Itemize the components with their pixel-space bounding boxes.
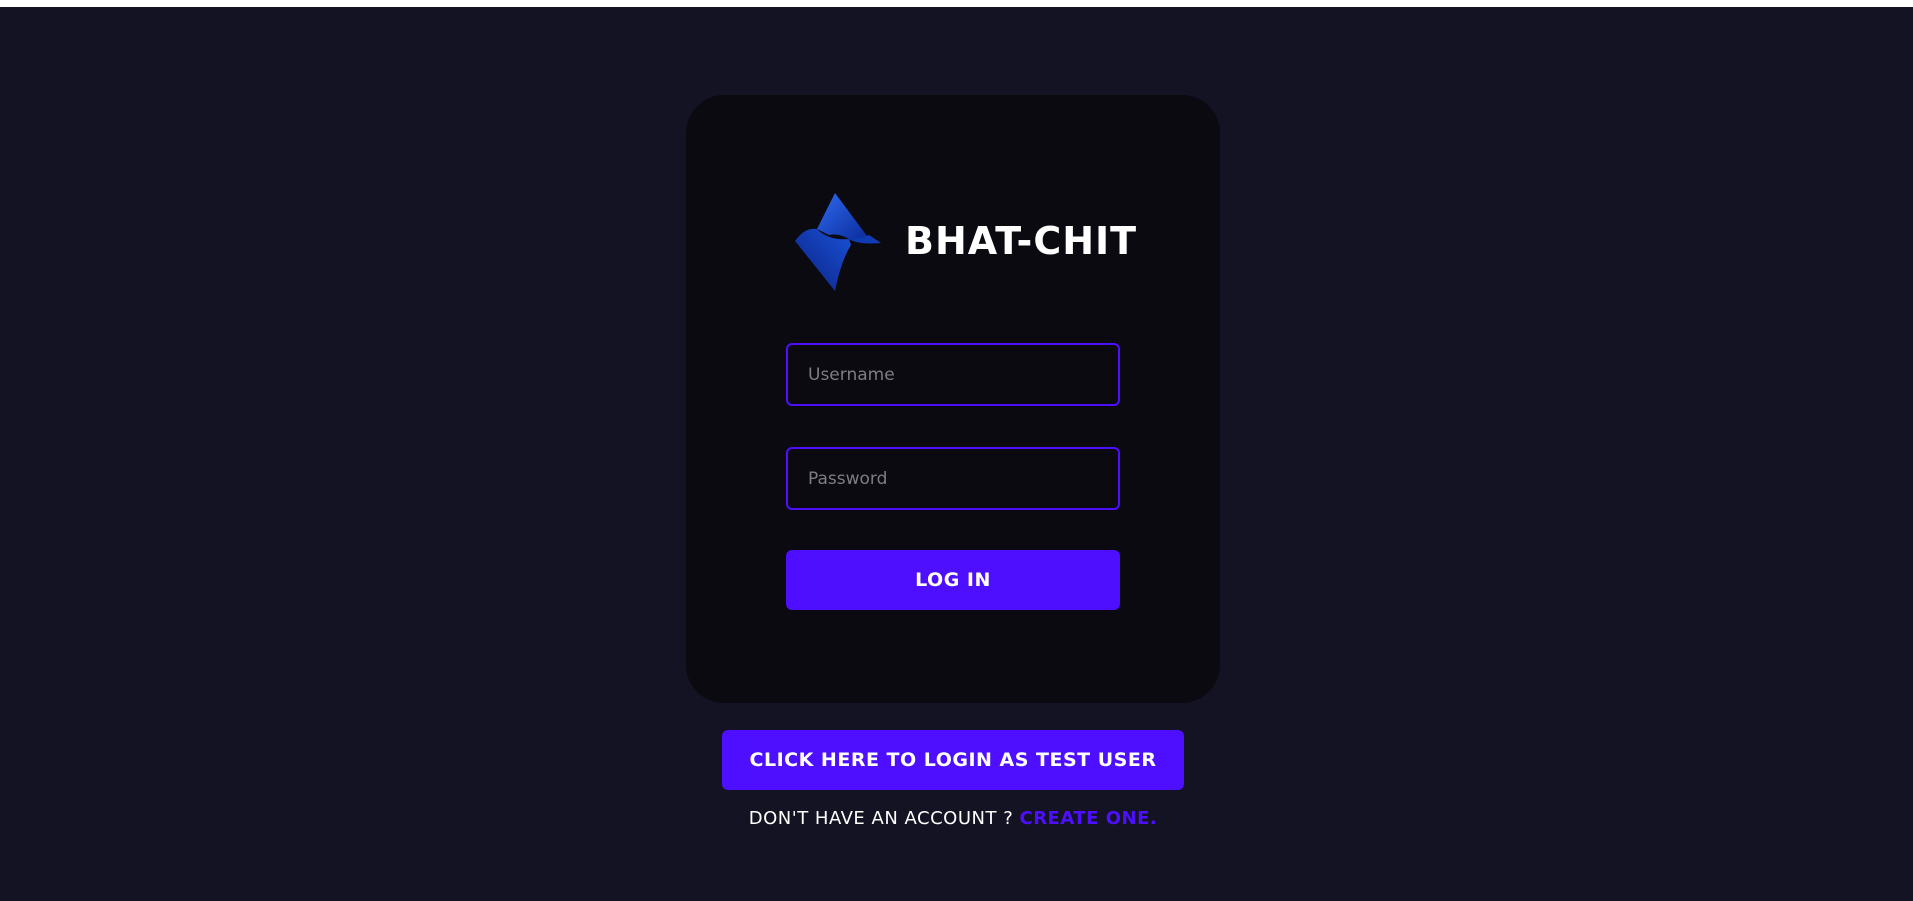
brand-logo-icon xyxy=(795,193,881,291)
login-button[interactable]: LOG IN xyxy=(786,550,1120,610)
login-page: BHAT-CHIT LOG IN CLICK HERE TO LOGIN AS … xyxy=(0,7,1913,901)
password-input[interactable] xyxy=(786,447,1120,510)
signup-prompt-text: DON'T HAVE AN ACCOUNT ? xyxy=(748,808,1014,829)
create-account-link[interactable]: CREATE ONE. xyxy=(1019,808,1157,829)
login-card: BHAT-CHIT LOG IN xyxy=(686,95,1220,703)
username-input[interactable] xyxy=(786,343,1120,406)
brand-header: BHAT-CHIT xyxy=(789,191,1137,291)
signup-prompt: DON'T HAVE AN ACCOUNT ? CREATE ONE. xyxy=(0,808,1906,829)
test-user-login-button[interactable]: CLICK HERE TO LOGIN AS TEST USER xyxy=(722,730,1184,790)
brand-title: BHAT-CHIT xyxy=(905,219,1138,263)
